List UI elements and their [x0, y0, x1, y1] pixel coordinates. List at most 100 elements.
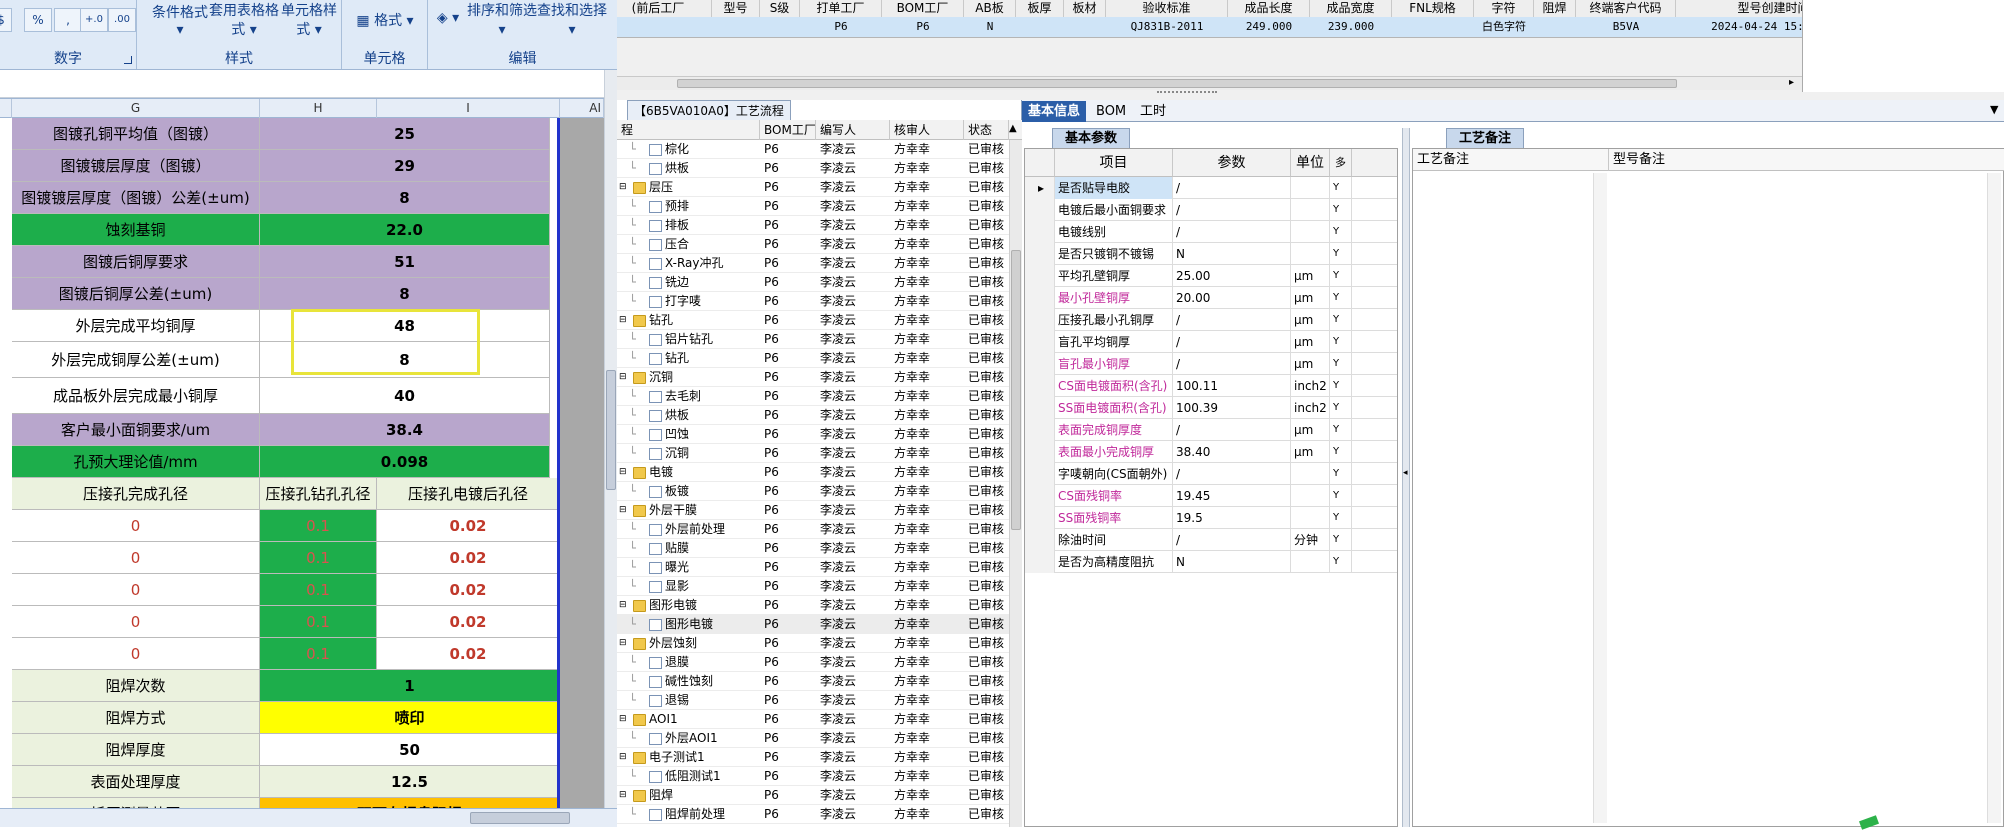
process-row[interactable]: └ 贴膜 P6 李凌云 方幸幸 已审核	[617, 539, 1009, 558]
process-row[interactable]: └ 烘板 P6 李凌云 方幸幸 已审核	[617, 406, 1009, 425]
formula-bar[interactable]	[0, 70, 617, 98]
label-cell[interactable]: 阻焊方式	[12, 702, 260, 734]
row-indicator[interactable]	[1025, 199, 1055, 221]
process-row[interactable]: └ 铝片钻孔 P6 李凌云 方幸幸 已审核	[617, 330, 1009, 349]
process-row[interactable]: └ 预排 P6 李凌云 方幸幸 已审核	[617, 197, 1009, 216]
label-cell[interactable]: 外层完成平均铜厚	[12, 310, 260, 342]
row-indicator[interactable]	[1025, 463, 1055, 485]
hole-header-cell[interactable]: 压接孔完成孔径	[12, 478, 260, 510]
column-header-h[interactable]: H	[260, 99, 377, 118]
row-indicator[interactable]	[1025, 375, 1055, 397]
param-value-cell[interactable]: /	[1173, 177, 1291, 199]
conditional-format-button[interactable]: 条件格式 ▾	[145, 2, 215, 38]
model-value-cell[interactable]: P6	[800, 17, 882, 37]
model-value-cell[interactable]: 249.000	[1228, 17, 1310, 37]
model-value-cell[interactable]: 239.000	[1310, 17, 1392, 37]
row-indicator[interactable]: ▸	[1025, 177, 1055, 199]
table-format-button[interactable]: 套用表格格式 ▾	[209, 2, 279, 40]
param-row[interactable]: 盲孔平均铜厚 / μm Y	[1025, 331, 1397, 353]
model-col-header[interactable]: AB板	[964, 0, 1016, 17]
model-col-header[interactable]: 板厚	[1016, 0, 1064, 17]
param-row[interactable]: 压接孔最小孔铜厚 / μm Y	[1025, 309, 1397, 331]
model-col-header[interactable]: 板材	[1064, 0, 1106, 17]
clear-icon[interactable]: ◈ ▾	[436, 10, 460, 26]
process-row[interactable]: ⊟ 钻孔 P6 李凌云 方幸幸 已审核	[617, 311, 1009, 330]
format-button[interactable]: ▦ 格式 ▾	[350, 10, 420, 30]
process-row[interactable]: └ 压合 P6 李凌云 方幸幸 已审核	[617, 235, 1009, 254]
process-row[interactable]: └ 退锡 P6 李凌云 方幸幸 已审核	[617, 691, 1009, 710]
collapse-left-icon[interactable]: ◂	[1403, 468, 1408, 478]
param-value-cell[interactable]: 19.5	[1173, 507, 1291, 529]
sort-filter-button[interactable]: 排序和筛选 ▾	[466, 2, 538, 40]
label-cell[interactable]: 图镀后铜厚公差(±um)	[12, 278, 260, 310]
value-cell[interactable]: 50	[260, 734, 557, 766]
process-row[interactable]: ⊟ AOI1 P6 李凌云 方幸幸 已审核	[617, 710, 1009, 729]
param-value-cell[interactable]: 20.00	[1173, 287, 1291, 309]
model-col-header[interactable]: FNL规格	[1392, 0, 1474, 17]
param-value-cell[interactable]: N	[1173, 243, 1291, 265]
tree-collapse-icon[interactable]: ⊟	[619, 710, 627, 729]
param-row[interactable]: 平均孔壁铜厚 25.00 μm Y	[1025, 265, 1397, 287]
row-indicator[interactable]	[1025, 397, 1055, 419]
hole-finish-cell[interactable]: 0	[12, 510, 260, 542]
row-indicator[interactable]	[1025, 551, 1055, 573]
value-cell[interactable]: 8	[260, 182, 550, 214]
param-value-cell[interactable]: /	[1173, 309, 1291, 331]
column-header-i[interactable]: I	[377, 99, 560, 118]
model-value-cell[interactable]: QJ831B-2011	[1106, 17, 1228, 37]
param-col-multi[interactable]: 多	[1330, 149, 1352, 177]
hole-header-cell[interactable]: 压接孔电镀后孔径	[377, 478, 557, 510]
model-col-header[interactable]: 阻焊	[1534, 0, 1576, 17]
process-row[interactable]: └ 铣边 P6 李凌云 方幸幸 已审核	[617, 273, 1009, 292]
process-row[interactable]: ⊟ 电镀 P6 李凌云 方幸幸 已审核	[617, 463, 1009, 482]
tab-work-hours[interactable]: 工时	[1134, 101, 1172, 122]
row-indicator[interactable]	[1025, 529, 1055, 551]
tree-collapse-icon[interactable]: ⊟	[619, 463, 627, 482]
hole-drill-cell[interactable]: 0.1	[260, 638, 377, 670]
select-all-corner[interactable]	[0, 99, 12, 118]
param-value-cell[interactable]: /	[1173, 529, 1291, 551]
param-col-value[interactable]: 参数	[1173, 149, 1291, 177]
tree-collapse-icon[interactable]: ⊟	[619, 596, 627, 615]
comma-button[interactable]: ,	[54, 8, 82, 32]
param-row[interactable]: 是否为高精度阻抗 N Y	[1025, 551, 1397, 573]
process-row[interactable]: ⊟ 图形电镀 P6 李凌云 方幸幸 已审核	[617, 596, 1009, 615]
param-row[interactable]: 电镀线别 / Y	[1025, 221, 1397, 243]
model-value-cell[interactable]	[1016, 17, 1064, 37]
process-scroll-thumb[interactable]	[1011, 250, 1021, 530]
label-cell[interactable]: 成品板外层完成最小铜厚	[12, 378, 260, 414]
tab-basic-params[interactable]: 基本参数	[1052, 128, 1131, 148]
param-row[interactable]: SS面残铜率 19.5 Y	[1025, 507, 1397, 529]
process-row[interactable]: └ 曝光 P6 李凌云 方幸幸 已审核	[617, 558, 1009, 577]
process-row[interactable]: └ 碱性蚀刻 P6 李凌云 方幸幸 已审核	[617, 672, 1009, 691]
row-indicator[interactable]	[1025, 221, 1055, 243]
process-row[interactable]: └ 图形电镀 P6 李凌云 方幸幸 已审核	[617, 615, 1009, 634]
value-cell[interactable]: 8	[260, 278, 550, 310]
label-cell[interactable]: 图镀后铜厚要求	[12, 246, 260, 278]
process-row[interactable]: └ X-Ray冲孔 P6 李凌云 方幸幸 已审核	[617, 254, 1009, 273]
column-header-ai[interactable]: AI	[560, 99, 604, 118]
tree-collapse-icon[interactable]: ⊟	[619, 634, 627, 653]
tab-menu-arrow-icon[interactable]: ▼	[1990, 103, 1998, 116]
horizontal-scrollbar[interactable]	[0, 808, 617, 827]
process-row[interactable]: └ 去毛刺 P6 李凌云 方幸幸 已审核	[617, 387, 1009, 406]
model-col-header[interactable]: 成品长度	[1228, 0, 1310, 17]
model-value-cell[interactable]: N	[964, 17, 1016, 37]
param-value-cell[interactable]: /	[1173, 331, 1291, 353]
value-cell[interactable]: 12.5	[260, 766, 557, 798]
model-value-cell[interactable]: B5VA	[1576, 17, 1676, 37]
value-cell[interactable]: 1	[260, 670, 557, 702]
tree-collapse-icon[interactable]: ⊟	[619, 786, 627, 805]
value-cell[interactable]: 22.0	[260, 214, 550, 246]
param-value-cell[interactable]: 38.40	[1173, 441, 1291, 463]
model-col-header[interactable]: 打单工厂	[800, 0, 882, 17]
col-reviewer[interactable]: 核审人	[890, 120, 964, 140]
model-col-header[interactable]: 型号	[712, 0, 760, 17]
scroll-up-icon[interactable]: ▲	[1009, 123, 1017, 134]
col-bom-factory[interactable]: BOM工厂	[760, 120, 816, 140]
param-row[interactable]: 盲孔最小铜厚 / μm Y	[1025, 353, 1397, 375]
hole-plated-cell[interactable]: 0.02	[377, 542, 557, 574]
model-col-header[interactable]: (前后工厂	[617, 0, 712, 17]
process-row[interactable]: └ 外层前处理 P6 李凌云 方幸幸 已审核	[617, 520, 1009, 539]
param-value-cell[interactable]: 25.00	[1173, 265, 1291, 287]
